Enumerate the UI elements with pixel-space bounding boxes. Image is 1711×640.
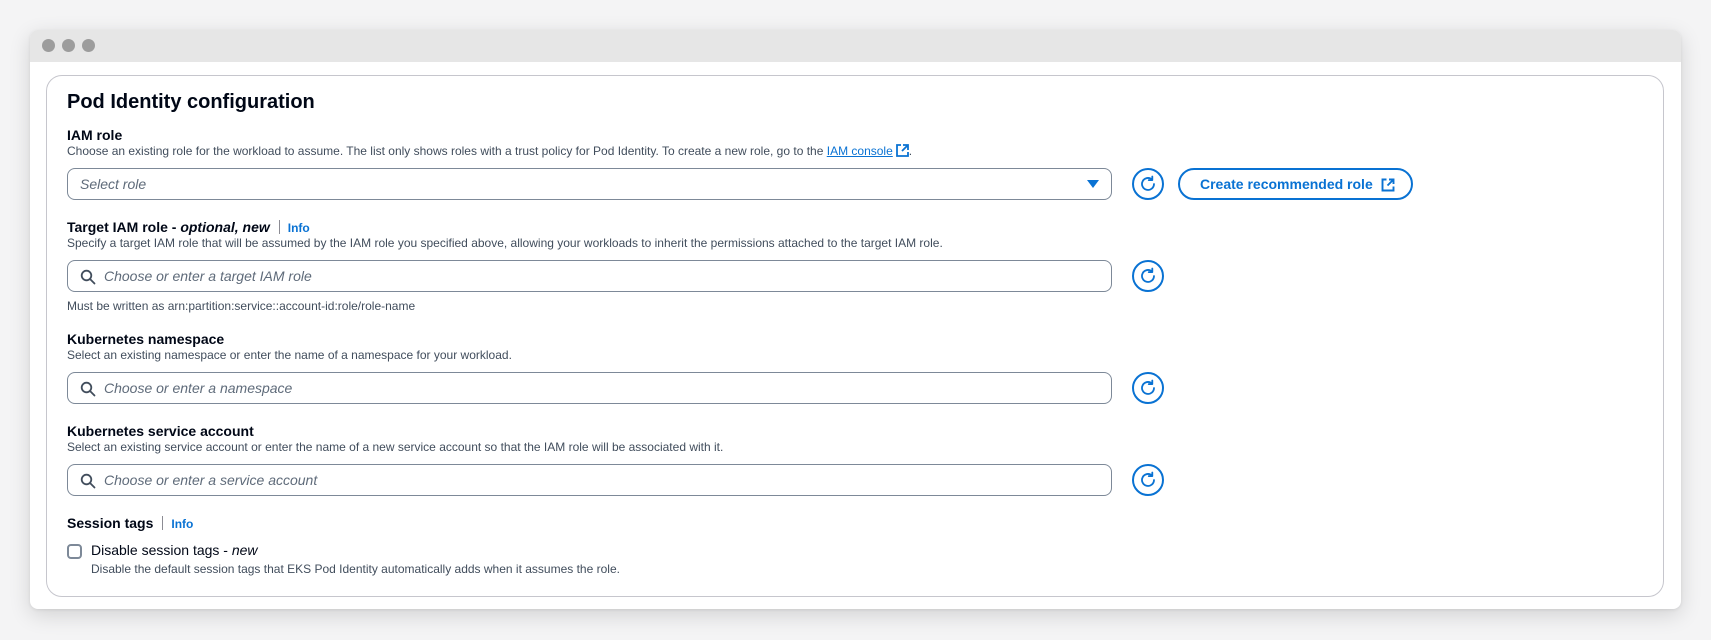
iam-role-refresh-button[interactable] xyxy=(1132,168,1164,200)
external-link-icon[interactable] xyxy=(895,144,909,160)
disable-session-tags-label[interactable]: Disable session tags - new xyxy=(91,542,258,558)
caret-down-icon xyxy=(1087,180,1099,188)
search-icon xyxy=(80,269,96,285)
iam-role-select[interactable]: Select role xyxy=(67,168,1112,200)
refresh-icon xyxy=(1141,471,1155,487)
target-iam-role-info-link[interactable]: Info xyxy=(288,221,310,235)
target-iam-role-label: Target IAM role - optional, new Info xyxy=(67,219,310,235)
iam-role-select-placeholder: Select role xyxy=(80,176,147,192)
pod-identity-panel: Pod Identity configuration IAM role Choo… xyxy=(46,75,1664,597)
target-iam-role-constraint: Must be written as arn:partition:service… xyxy=(67,299,416,313)
browser-window: Pod Identity configuration IAM role Choo… xyxy=(30,30,1681,609)
target-iam-role-placeholder: Choose or enter a target IAM role xyxy=(104,268,312,284)
create-recommended-role-button[interactable]: Create recommended role xyxy=(1178,168,1413,200)
disable-session-tags-description: Disable the default session tags that EK… xyxy=(91,562,620,576)
panel-title: Pod Identity configuration xyxy=(67,91,315,113)
service-account-refresh-button[interactable] xyxy=(1132,464,1164,496)
service-account-input[interactable]: Choose or enter a service account xyxy=(67,464,1112,496)
external-link-icon xyxy=(1381,178,1395,195)
namespace-refresh-button[interactable] xyxy=(1132,372,1164,404)
refresh-icon xyxy=(1141,267,1155,283)
iam-role-label: IAM role xyxy=(67,127,123,143)
search-icon xyxy=(80,473,96,489)
disable-session-tags-checkbox[interactable] xyxy=(67,544,82,559)
target-iam-role-input[interactable]: Choose or enter a target IAM role xyxy=(67,260,1112,292)
namespace-placeholder: Choose or enter a namespace xyxy=(104,380,293,396)
service-account-label: Kubernetes service account xyxy=(67,423,254,439)
target-iam-role-refresh-button[interactable] xyxy=(1132,260,1164,292)
iam-role-description-text: Choose an existing role for the workload… xyxy=(67,144,824,158)
window-titlebar xyxy=(30,30,1681,62)
session-tags-info-link[interactable]: Info xyxy=(171,517,193,531)
service-account-placeholder: Choose or enter a service account xyxy=(104,472,318,488)
search-icon xyxy=(80,381,96,397)
window-minimize-dot[interactable] xyxy=(62,39,75,52)
session-tags-label: Session tags Info xyxy=(67,515,194,531)
window-close-dot[interactable] xyxy=(42,39,55,52)
service-account-description: Select an existing service account or en… xyxy=(67,440,724,454)
iam-role-description: Choose an existing role for the workload… xyxy=(67,144,913,160)
namespace-description: Select an existing namespace or enter th… xyxy=(67,348,512,362)
refresh-icon xyxy=(1141,379,1155,395)
refresh-icon xyxy=(1141,175,1155,191)
namespace-input[interactable]: Choose or enter a namespace xyxy=(67,372,1112,404)
window-maximize-dot[interactable] xyxy=(82,39,95,52)
target-iam-role-description: Specify a target IAM role that will be a… xyxy=(67,236,943,250)
namespace-label: Kubernetes namespace xyxy=(67,331,225,347)
iam-console-link[interactable]: IAM console xyxy=(827,144,893,158)
